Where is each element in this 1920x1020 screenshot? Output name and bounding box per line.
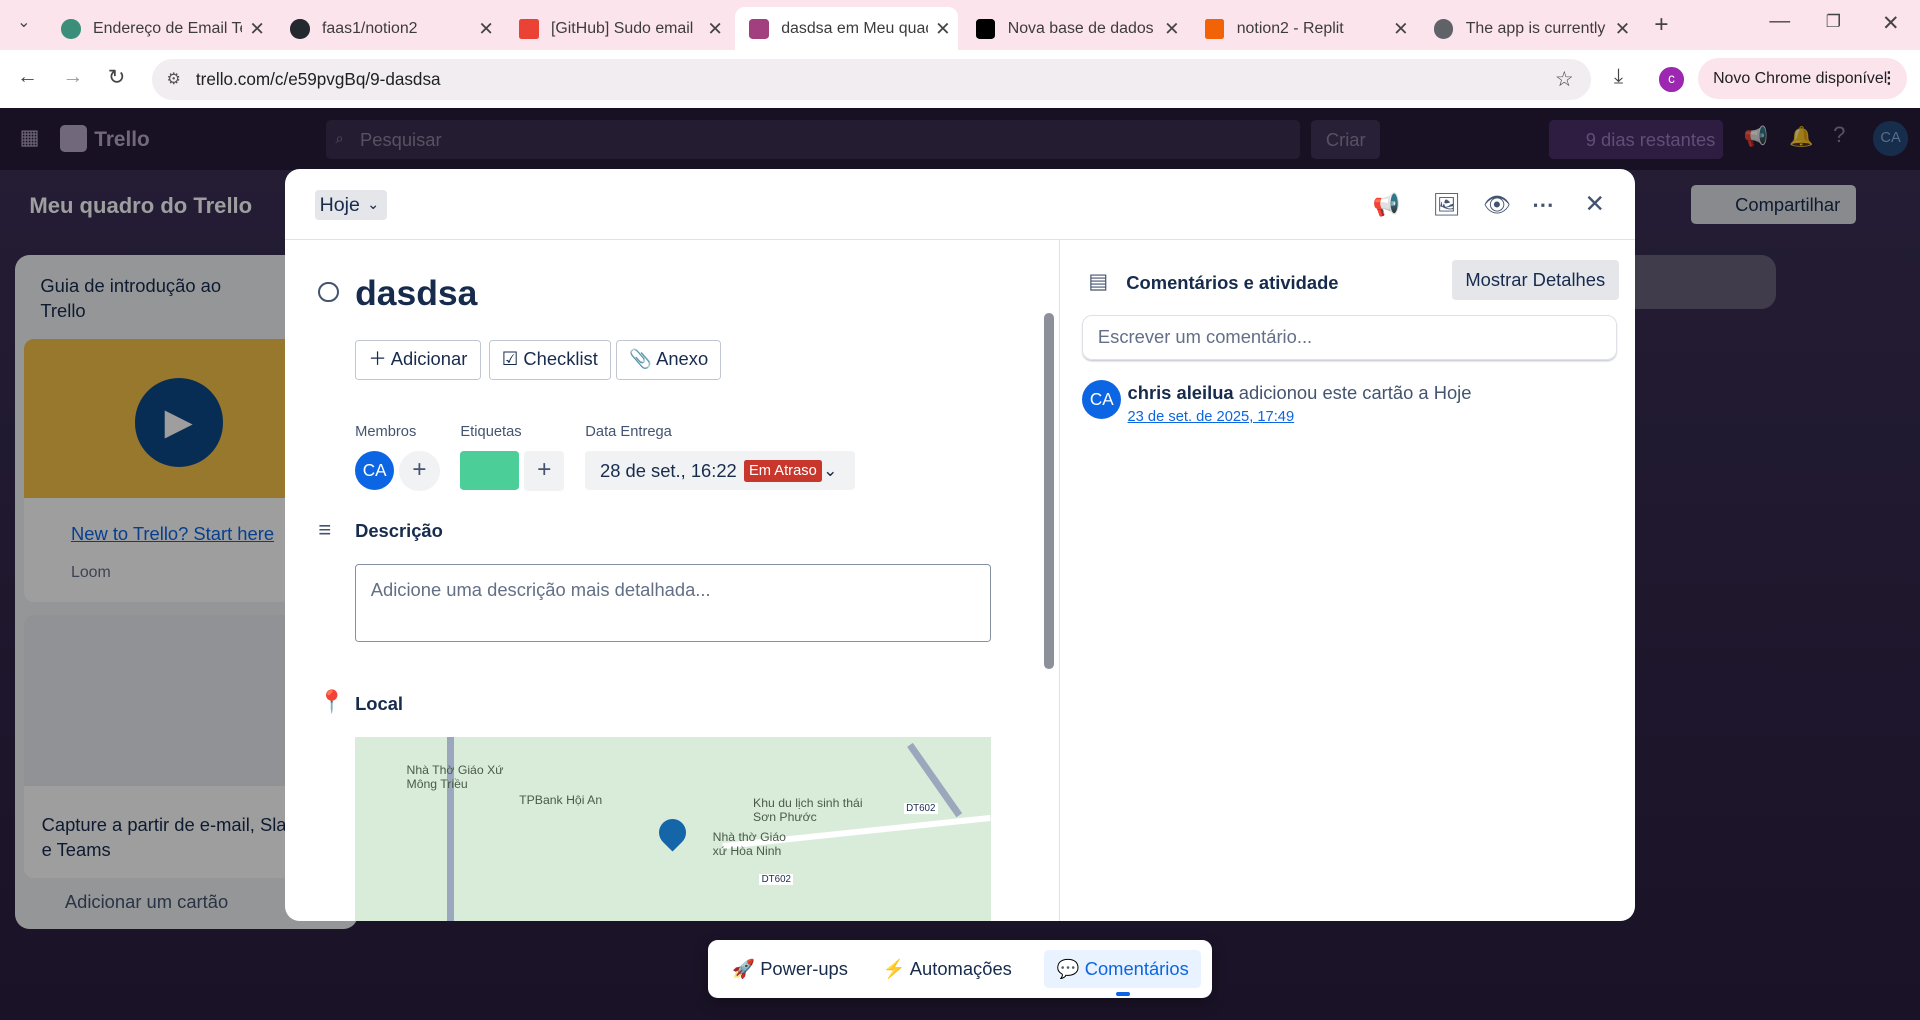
restore-icon[interactable]: ❐ (1826, 11, 1841, 32)
site-info-icon[interactable]: ⚙ (167, 59, 181, 101)
more-vert-icon: ⋮ (1880, 69, 1897, 87)
github-icon (290, 18, 310, 39)
description-icon: ≡ (318, 516, 332, 542)
reload-icon[interactable]: ↻ (108, 65, 125, 90)
location-heading: Local (355, 693, 404, 715)
map-marker-icon[interactable] (653, 813, 692, 852)
description-field[interactable]: Adicione uma descrição mais detalhada... (355, 564, 991, 642)
profile-avatar[interactable]: c (1659, 67, 1684, 92)
add-button[interactable]: ＋ Adicionar (355, 340, 481, 380)
add-label-button[interactable]: + (524, 450, 565, 491)
powerups-button[interactable]: 🚀 Power-ups (720, 950, 860, 988)
map-poi-label: Khu du lịch sinh thái Sơn Phước (753, 796, 863, 824)
close-icon[interactable]: ✕ (242, 18, 271, 40)
globe-icon (1433, 18, 1454, 39)
attachment-button[interactable]: 📎 Anexo (615, 340, 722, 380)
checklist-button[interactable]: ☑ Checklist (488, 340, 612, 380)
close-icon[interactable]: ✕ (928, 18, 957, 40)
download-icon[interactable]: ⤓ (1614, 65, 1623, 89)
map-poi-label: Nhà Thờ Giáo Xứ Mông Triều (406, 763, 504, 791)
due-label: Data Entrega (585, 423, 672, 440)
activity-heading: Comentários e atividade (1126, 271, 1339, 293)
bottom-toolbar: 🚀 Power-ups ⚡ Automações 💬 Comentários (707, 940, 1213, 998)
automations-button[interactable]: ⚡ Automações (871, 950, 1024, 988)
window-close-icon[interactable]: ✕ (1882, 11, 1899, 36)
close-icon[interactable]: ✕ (1157, 18, 1186, 40)
location-map[interactable]: Nhà Thờ Giáo Xứ Mông Triều TPBank Hội An… (355, 737, 991, 921)
tab-strip: ⌄ Endereço de Email Te ✕ faas1/notion2 ✕ [… (0, 0, 1920, 51)
checklist-icon: ☑ (501, 348, 524, 370)
comments-button[interactable]: 💬 Comentários (1044, 950, 1202, 989)
lightning-icon: ⚡ (882, 958, 910, 980)
close-icon[interactable]: ✕ (700, 18, 729, 40)
label-chip[interactable] (460, 450, 520, 490)
list-chip[interactable]: Hoje ⌄ (314, 189, 387, 221)
card-title[interactable]: dasdsa (355, 273, 477, 314)
labels-label: Etiquetas (460, 423, 522, 440)
complete-toggle[interactable] (318, 281, 340, 303)
map-poi-label: Nhà thờ Giáo xứ Hòa Ninh (712, 830, 786, 858)
trello-icon (749, 18, 769, 39)
minimize-icon[interactable]: — (1769, 9, 1790, 33)
paperclip-icon: 📎 (629, 348, 657, 370)
description-heading: Descrição (355, 520, 443, 542)
chevron-down-icon: ⌄ (367, 196, 380, 213)
more-icon[interactable]: ⋯ (1532, 192, 1554, 218)
tab-notion[interactable]: Nova base de dados ✕ (961, 7, 1186, 50)
member-avatar[interactable]: CA (355, 450, 395, 490)
replit-icon (1204, 18, 1225, 39)
close-icon[interactable]: ✕ (1584, 189, 1605, 219)
location-pin-icon: 📍 (318, 689, 346, 715)
new-tab-icon[interactable]: + (1654, 11, 1668, 39)
card-modal: Hoje ⌄ 📢 🖼 👁 ⋯ ✕ dasdsa ＋ Adicionar ☑ Che… (285, 168, 1635, 921)
back-icon[interactable]: ← (17, 65, 38, 89)
activity-entry: chris aleilua adicionou este cartão a Ho… (1127, 382, 1472, 404)
add-member-button[interactable]: + (399, 450, 440, 491)
members-label: Membros (355, 423, 417, 440)
map-poi-label: TPBank Hội An (519, 793, 603, 808)
comment-icon: 💬 (1056, 958, 1085, 980)
forward-icon[interactable]: → (62, 65, 83, 89)
activity-timestamp[interactable]: 23 de set. de 2025, 17:49 (1128, 409, 1295, 425)
close-icon[interactable]: ✕ (1386, 18, 1415, 40)
map-road-label: DT602 (903, 803, 938, 815)
due-date-button[interactable]: 28 de set., 16:22 Em Atraso ⌄ (585, 450, 855, 490)
activity-panel: ▤ Comentários e atividade Mostrar Detalh… (1059, 239, 1635, 921)
modal-header: Hoje ⌄ 📢 🖼 👁 ⋯ ✕ (285, 169, 1635, 240)
activity-avatar[interactable]: CA (1082, 379, 1122, 419)
tab-trello[interactable]: dasdsa em Meu quad ✕ (734, 7, 958, 51)
overdue-badge: Em Atraso (744, 460, 822, 483)
tab-email[interactable]: Endereço de Email Te ✕ (47, 7, 272, 50)
image-icon[interactable]: 🖼 (1433, 192, 1461, 218)
chevron-down-icon: ⌄ (823, 459, 838, 480)
card-details: dasdsa ＋ Adicionar ☑ Checklist 📎 Anexo M… (285, 240, 1059, 921)
eye-icon[interactable]: 👁 (1483, 192, 1511, 218)
close-icon[interactable]: ✕ (471, 18, 500, 40)
activity-icon: ▤ (1088, 270, 1108, 294)
address-bar-row: ← → ↻ ⚙ trello.com/c/e59pvgBq/9-dasdsa ☆… (0, 50, 1920, 108)
chrome-update-button[interactable]: Novo Chrome disponível ⋮ (1698, 57, 1907, 100)
active-indicator (1115, 991, 1131, 996)
tab-app[interactable]: The app is currently ✕ (1419, 7, 1637, 50)
url-input[interactable]: ⚙ trello.com/c/e59pvgBq/9-dasdsa ☆ (151, 58, 1591, 101)
show-details-button[interactable]: Mostrar Detalhes (1452, 259, 1619, 300)
notion-icon (975, 18, 996, 39)
tab-gmail[interactable]: [GitHub] Sudo email ✕ (504, 7, 729, 50)
close-icon[interactable]: ✕ (1608, 18, 1637, 40)
bookmark-star-icon[interactable]: ☆ (1555, 59, 1574, 101)
tab-replit[interactable]: notion2 - Replit ✕ (1190, 7, 1415, 50)
gmail-icon (519, 18, 539, 39)
plus-icon: ＋ (368, 348, 391, 370)
tab-github[interactable]: faas1/notion2 ✕ (276, 7, 501, 50)
map-road-label: DT602 (759, 874, 794, 886)
tab-search-icon[interactable]: ⌄ (17, 12, 30, 32)
megaphone-icon[interactable]: 📢 (1373, 192, 1400, 218)
email-favicon (61, 18, 81, 39)
rocket-icon: 🚀 (732, 958, 761, 980)
scrollbar[interactable] (1044, 313, 1055, 669)
comment-input[interactable]: Escrever um comentário... (1082, 314, 1618, 360)
